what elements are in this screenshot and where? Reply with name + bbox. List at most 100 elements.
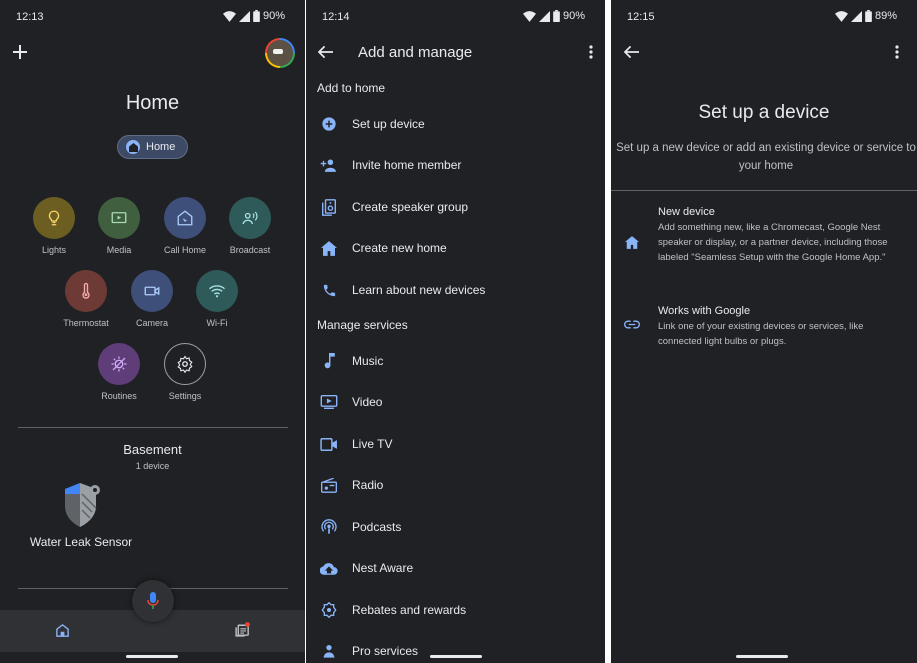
tile-media[interactable]: Media <box>84 197 154 255</box>
settings-icon <box>164 343 206 385</box>
menu-rebates-and-rewards[interactable]: Rebates and rewards <box>306 592 605 628</box>
tile-call-home[interactable]: Call Home <box>150 197 220 255</box>
wifi-status-icon <box>834 10 848 22</box>
option-description: Add something new, like a Chromecast, Go… <box>658 222 888 263</box>
device-name[interactable]: Water Leak Sensor <box>0 535 162 549</box>
option-works-with-google[interactable]: Works with Google Link one of your exist… <box>611 300 917 356</box>
thermometer-icon <box>65 270 107 312</box>
routines-icon <box>98 343 140 385</box>
option-title: Works with Google <box>658 305 751 317</box>
tile-routines[interactable]: Routines <box>84 343 154 401</box>
tile-wifi[interactable]: Wi-Fi <box>182 270 252 328</box>
pro-services-icon <box>306 643 352 659</box>
battery-percent: 90% <box>262 10 285 22</box>
call-home-icon <box>164 197 206 239</box>
media-icon <box>98 197 140 239</box>
live-tv-icon <box>306 437 352 451</box>
menu-pro-services[interactable]: Pro services <box>306 633 605 663</box>
wifi-status-icon <box>222 10 236 22</box>
microphone-icon <box>147 592 159 609</box>
menu-music[interactable]: Music <box>306 343 605 379</box>
signal-status-icon <box>538 10 550 22</box>
water-leak-sensor-icon <box>62 482 104 528</box>
link-icon <box>624 320 640 329</box>
menu-podcasts[interactable]: Podcasts <box>306 509 605 545</box>
set-up-device-screen: 12:15 89% Set up a device Set up a new d… <box>611 0 917 663</box>
room-device-count: 1 device <box>135 461 170 471</box>
home-nav-icon[interactable] <box>55 623 70 638</box>
menu-create-speaker-group[interactable]: Create speaker group <box>306 189 605 225</box>
status-time: 12:14 <box>322 11 350 23</box>
tile-thermostat[interactable]: Thermostat <box>51 270 121 328</box>
status-bar: 12:14 90% <box>306 0 605 34</box>
battery-percent: 89% <box>874 10 897 22</box>
page-title: Add and manage <box>358 44 473 61</box>
add-icon[interactable] <box>13 45 27 59</box>
lightbulb-icon <box>33 197 75 239</box>
status-bar: 12:15 89% <box>611 0 917 34</box>
person-add-icon <box>306 158 352 172</box>
battery-status-icon <box>253 10 260 22</box>
tile-lights[interactable]: Lights <box>19 197 89 255</box>
section-manage-services: Manage services <box>317 318 408 332</box>
page-title: Home <box>125 92 180 114</box>
back-arrow-icon[interactable] <box>624 45 639 59</box>
feed-icon[interactable] <box>234 621 251 638</box>
option-title: New device <box>658 206 715 218</box>
menu-invite-home-member[interactable]: Invite home member <box>306 147 605 183</box>
gesture-handle <box>126 655 178 658</box>
signal-status-icon <box>850 10 862 22</box>
avatar[interactable] <box>265 38 295 68</box>
battery-status-icon <box>553 10 560 22</box>
tile-camera[interactable]: Camera <box>117 270 187 328</box>
option-new-device[interactable]: New device Add something new, like a Chr… <box>611 200 917 292</box>
signal-status-icon <box>238 10 250 22</box>
more-options-icon[interactable] <box>589 45 593 59</box>
section-add-to-home: Add to home <box>317 81 386 95</box>
video-icon <box>306 395 352 409</box>
back-arrow-icon[interactable] <box>318 45 333 59</box>
tile-settings[interactable]: Settings <box>150 343 220 401</box>
phone-icon <box>306 283 352 298</box>
home-chip[interactable]: Home <box>117 135 188 159</box>
podcasts-icon <box>306 519 352 535</box>
speaker-group-icon <box>306 198 352 216</box>
status-time: 12:13 <box>16 11 44 23</box>
room-title: Basement <box>123 442 182 457</box>
status-bar: 12:13 90% <box>0 0 305 34</box>
menu-set-up-device[interactable]: Set up device <box>306 106 605 142</box>
page-title: Set up a device <box>698 102 830 123</box>
add-and-manage-screen: 12:14 90% Add and manage Add to home Set… <box>306 0 605 663</box>
battery-percent: 90% <box>562 10 585 22</box>
menu-create-new-home[interactable]: Create new home <box>306 230 605 266</box>
option-description: Link one of your existing devices or ser… <box>658 321 864 347</box>
home-icon <box>306 240 352 256</box>
tile-broadcast[interactable]: Broadcast <box>215 197 285 255</box>
menu-live-tv[interactable]: Live TV <box>306 426 605 462</box>
nest-aware-icon <box>306 562 352 575</box>
rebates-icon <box>306 602 352 618</box>
broadcast-icon <box>229 197 271 239</box>
gesture-handle <box>736 655 788 658</box>
gesture-handle <box>430 655 482 658</box>
menu-nest-aware[interactable]: Nest Aware <box>306 550 605 586</box>
menu-learn-about-new-devices[interactable]: Learn about new devices <box>306 272 605 308</box>
camera-icon <box>131 270 173 312</box>
radio-icon <box>306 477 352 493</box>
menu-radio[interactable]: Radio <box>306 467 605 503</box>
divider <box>611 190 917 191</box>
status-time: 12:15 <box>627 11 655 23</box>
home-icon <box>625 236 639 249</box>
microphone-button[interactable] <box>132 580 174 622</box>
home-screen: 12:13 90% Home Home Lights Media Call Ho… <box>0 0 305 663</box>
battery-status-icon <box>865 10 872 22</box>
divider <box>18 427 288 428</box>
add-circle-icon <box>306 116 352 132</box>
music-icon <box>306 353 352 369</box>
home-icon <box>126 140 140 154</box>
home-chip-label: Home <box>146 141 176 153</box>
more-options-icon[interactable] <box>895 45 899 59</box>
menu-video[interactable]: Video <box>306 384 605 420</box>
wifi-status-icon <box>522 10 536 22</box>
page-subtitle: Set up a new device or add an existing d… <box>616 142 916 172</box>
